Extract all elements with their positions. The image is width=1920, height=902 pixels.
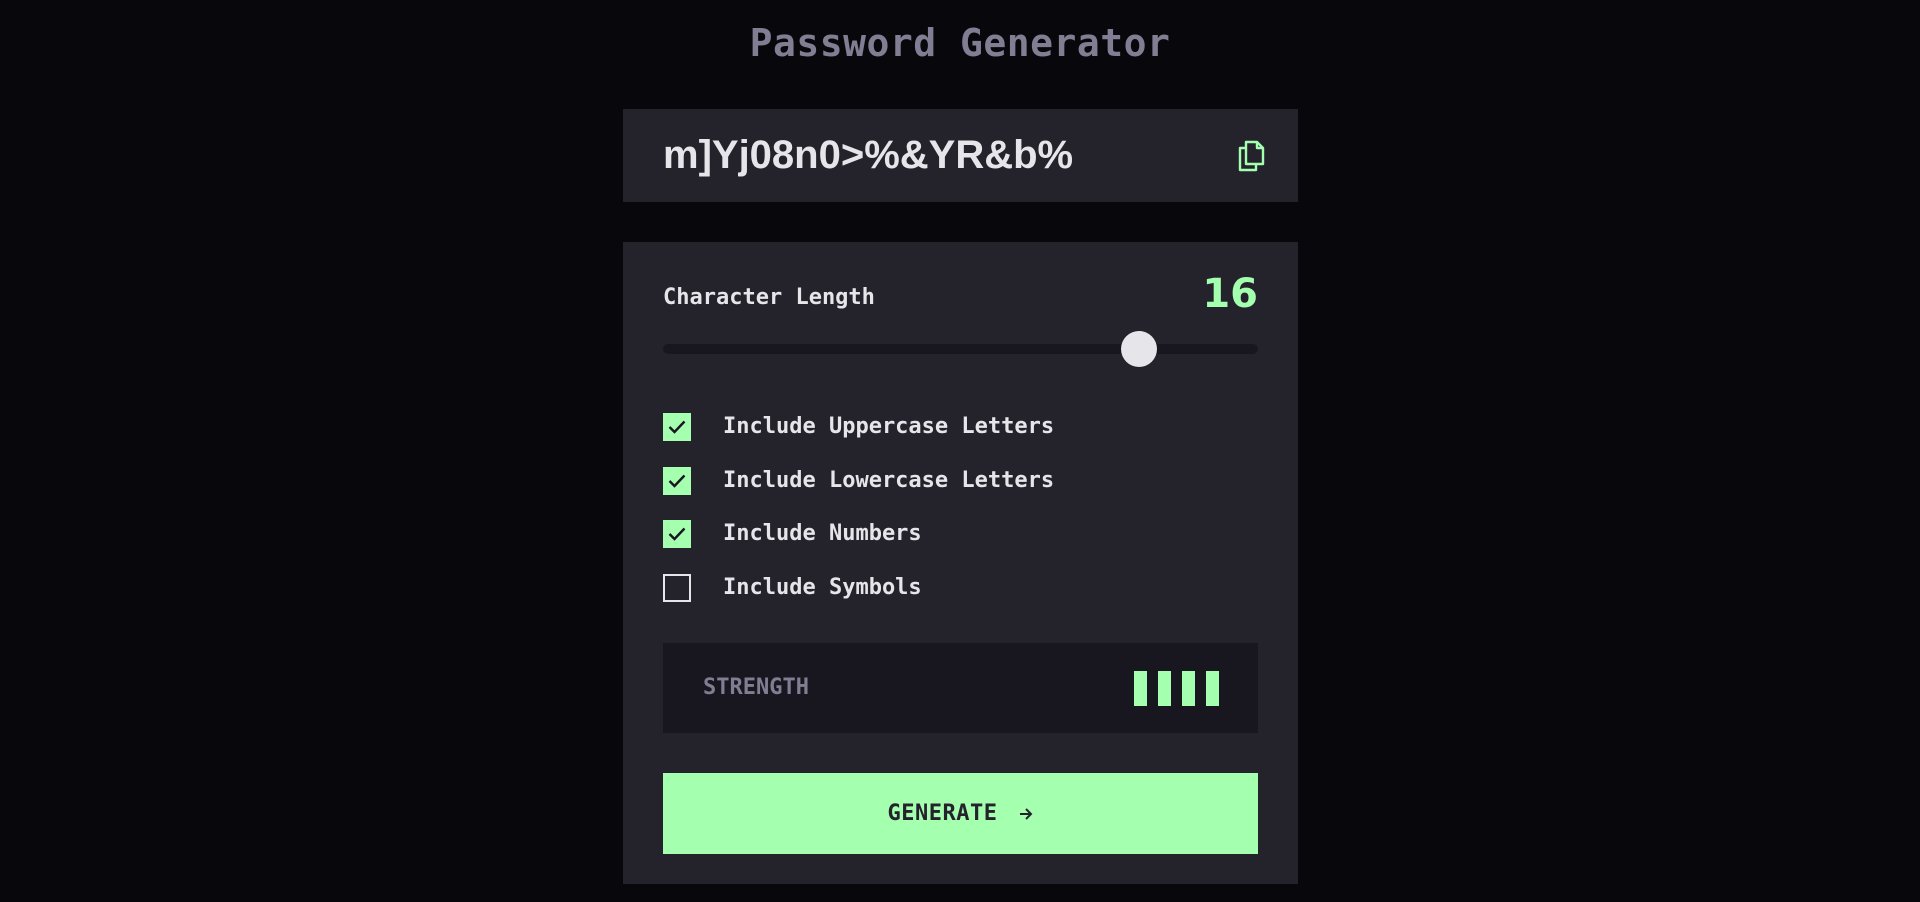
strength-bar — [1158, 671, 1171, 706]
settings-panel: Character Length 16 Include Uppercase Le… — [623, 242, 1298, 884]
options-list: Include Uppercase Letters Include Lowerca… — [663, 412, 1258, 626]
checkbox[interactable] — [663, 573, 691, 602]
slider-thumb[interactable] — [1121, 331, 1157, 367]
strength-bar — [1206, 671, 1219, 706]
strength-bar — [1134, 671, 1147, 706]
copy-button[interactable] — [1234, 139, 1268, 173]
length-slider[interactable] — [663, 331, 1258, 367]
option-row[interactable]: Include Numbers — [663, 519, 1258, 549]
strength-label: STRENGTH — [703, 675, 809, 700]
character-length-value: 16 — [1202, 271, 1258, 317]
page-title: Password Generator — [749, 21, 1171, 65]
option-label: Include Lowercase Letters — [723, 467, 1055, 493]
checkbox[interactable] — [663, 520, 691, 548]
option-label: Include Symbols — [723, 574, 922, 600]
option-row[interactable]: Include Symbols — [663, 573, 1258, 603]
option-row[interactable]: Include Lowercase Letters — [663, 466, 1258, 496]
checkmark-icon — [668, 527, 686, 541]
generate-label: GENERATE — [887, 801, 998, 826]
strength-meter: STRENGTH — [663, 643, 1258, 733]
option-label: Include Numbers — [723, 521, 922, 546]
checkbox[interactable] — [663, 466, 691, 495]
strength-bars — [1134, 671, 1219, 706]
checkbox[interactable] — [663, 413, 691, 441]
copy-icon — [1238, 140, 1265, 172]
password-display: m]Yj08n0>%&YR&b% — [663, 133, 1074, 177]
strength-bar — [1182, 671, 1195, 706]
option-row[interactable]: Include Uppercase Letters — [663, 412, 1258, 442]
app: Password Generator m]Yj08n0>%&YR&b% Char… — [0, 0, 1920, 902]
arrow-right-icon — [1019, 807, 1033, 821]
option-label: Include Uppercase Letters — [723, 414, 1055, 439]
checkmark-icon — [668, 474, 686, 488]
generate-button[interactable]: GENERATE — [663, 773, 1258, 854]
character-length-label: Character Length — [663, 285, 875, 310]
checkmark-icon — [668, 420, 686, 434]
password-output-panel: m]Yj08n0>%&YR&b% — [623, 109, 1298, 202]
